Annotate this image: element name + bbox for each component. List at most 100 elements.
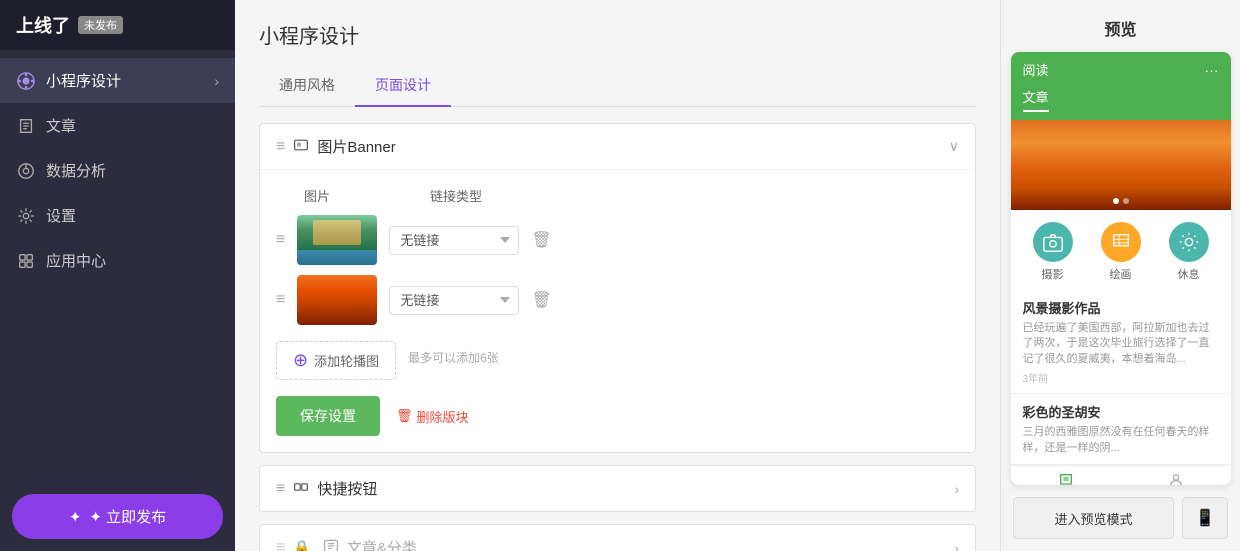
save-settings-button[interactable]: 保存设置 [276, 396, 380, 436]
banner-image-1[interactable] [297, 215, 377, 265]
banner-row2-link-select[interactable]: 无链接 [389, 286, 519, 315]
banner-section-icon [293, 137, 309, 157]
enter-preview-button[interactable]: 进入预览模式 [1013, 497, 1174, 539]
banner-section: ≡ 图片Banner ∨ 图片 链接类型 ≡ [259, 123, 976, 453]
sidebar: 上线了 未发布 小程序设计 › [0, 0, 235, 551]
article-section-icon [323, 538, 339, 551]
sidebar-item-appstore[interactable]: 应用中心 [0, 238, 235, 283]
sidebar-item-miniprogram[interactable]: 小程序设计 › [0, 58, 235, 103]
banner-section-title: 图片Banner [317, 136, 940, 157]
quick-chevron-icon: › [954, 481, 959, 497]
phone-article-1: 风景摄影作品 已经玩遍了美国西部，阿拉斯加也去过了两次，于是这次毕业旅行选择了一… [1011, 290, 1231, 394]
phone-icon-button[interactable]: 📱 [1182, 497, 1228, 539]
sidebar-item-article[interactable]: 文章 [0, 103, 235, 148]
appstore-label: 应用中心 [46, 250, 106, 271]
chevron-right-icon: › [214, 73, 219, 89]
plus-icon: ⊕ [293, 350, 308, 371]
banner-image-2[interactable] [297, 275, 377, 325]
row1-drag-icon[interactable]: ≡ [276, 231, 285, 249]
phone-banner [1011, 120, 1231, 210]
article-section-header[interactable]: ≡ 🔒 文章&分类 › [260, 525, 975, 551]
tabs-bar: 通用风格 页面设计 [259, 65, 976, 107]
appstore-icon [16, 251, 36, 271]
publish-button[interactable]: ✦ ✦ 立即发布 [12, 494, 223, 539]
phone-icons-row: 摄影 绘画 [1011, 210, 1231, 290]
main-body: ≡ 图片Banner ∨ 图片 链接类型 ≡ [235, 107, 1000, 551]
miniprogram-label: 小程序设计 [46, 70, 121, 91]
photography-circle [1033, 222, 1073, 262]
app-badge: 未发布 [78, 16, 123, 34]
phone-bottom-nav: 阅读 我的 [1011, 465, 1231, 485]
link-type-label: 链接类型 [430, 186, 482, 205]
lock-icon: 🔒 [293, 539, 310, 551]
rest-circle [1169, 222, 1209, 262]
phone-tab-article[interactable]: 文章 [1023, 87, 1049, 112]
quick-btn-section: ≡ 快捷按钮 › [259, 465, 976, 512]
sidebar-footer: ✦ ✦ 立即发布 [0, 482, 235, 551]
banner-row-2: ≡ 无链接 🗑 [276, 275, 959, 325]
phone-article-2: 彩色的圣胡安 三月的西雅图原然没有在任何春天的样样，还是一样的阴... [1011, 394, 1231, 465]
tab-page-design[interactable]: 页面设计 [355, 65, 451, 107]
quick-drag-icon[interactable]: ≡ [276, 480, 285, 498]
preview-title: 预览 [1104, 16, 1136, 40]
quick-btn-title: 快捷按钮 [317, 478, 946, 499]
article1-desc: 已经玩遍了美国西部，阿拉斯加也去过了两次，于是这次毕业旅行选择了一直记了很久的夏… [1023, 321, 1219, 367]
drag-handle-icon[interactable]: ≡ [276, 138, 285, 156]
rocket-icon: ✦ [69, 508, 82, 526]
phone-preview: 阅读 ··· 文章 [1011, 52, 1231, 485]
tab-general[interactable]: 通用风格 [259, 65, 355, 107]
banner-row2-delete-icon[interactable]: 🗑 [531, 290, 551, 310]
main-header: 小程序设计 通用风格 页面设计 [235, 0, 1000, 107]
sidebar-item-analytics[interactable]: 数据分析 [0, 148, 235, 193]
quick-btn-icon [293, 479, 309, 499]
preview-panel: 预览 阅读 ··· 文章 [1000, 0, 1240, 551]
sidebar-item-settings[interactable]: 设置 [0, 193, 235, 238]
page-title: 小程序设计 [259, 20, 976, 49]
phone-nav-mine[interactable]: 我的 [1121, 466, 1231, 485]
phone-menu-icon: ··· [1205, 62, 1219, 78]
app-name: 上线了 [16, 12, 70, 38]
add-carousel-button[interactable]: ⊕ 添加轮播图 [276, 341, 396, 380]
phone-icon-photography: 摄影 [1033, 222, 1073, 282]
max-hint: 最多可以添加6张 [408, 349, 499, 366]
phone-status-bar: 阅读 ··· [1011, 52, 1231, 87]
article-section-title: 文章&分类 [347, 537, 947, 551]
phone-icon-rest: 休息 [1169, 222, 1209, 282]
article2-title: 彩色的圣胡安 [1023, 402, 1219, 421]
preview-footer: 进入预览模式 📱 [1001, 485, 1240, 551]
painting-label: 绘画 [1110, 266, 1132, 282]
quick-btn-header[interactable]: ≡ 快捷按钮 › [260, 466, 975, 511]
phone-nav-read[interactable]: 阅读 [1011, 466, 1121, 485]
phone-tabs-bar: 文章 [1011, 87, 1231, 120]
article-chevron-icon: › [954, 540, 959, 551]
banner-chevron-icon: ∨ [949, 138, 959, 155]
article1-time: 3年前 [1023, 370, 1219, 385]
banner-row1-delete-icon[interactable]: 🗑 [531, 230, 551, 250]
banner-section-header[interactable]: ≡ 图片Banner ∨ [260, 124, 975, 169]
delete-block-button[interactable]: 🗑 删除版块 [396, 407, 469, 426]
mobile-icon: 📱 [1195, 510, 1215, 527]
article-section: ≡ 🔒 文章&分类 › [259, 524, 976, 551]
sidebar-header: 上线了 未发布 [0, 0, 235, 50]
article-label: 文章 [46, 115, 76, 136]
phone-app-name: 阅读 [1023, 60, 1049, 79]
row2-drag-icon[interactable]: ≡ [276, 291, 285, 309]
sidebar-nav: 小程序设计 › 文章 [0, 50, 235, 482]
painting-circle [1101, 222, 1141, 262]
article2-desc: 三月的西雅图原然没有在任何春天的样样，还是一样的阴... [1023, 425, 1219, 456]
article1-title: 风景摄影作品 [1023, 298, 1219, 317]
article-drag-icon[interactable]: ≡ [276, 539, 285, 551]
banner-actions: 保存设置 🗑 删除版块 [276, 396, 959, 436]
dot-2 [1123, 198, 1129, 204]
phone-icon-painting: 绘画 [1101, 222, 1141, 282]
phone-banner-dots [1113, 198, 1129, 204]
photography-label: 摄影 [1042, 266, 1064, 282]
banner-row-1: ≡ 无链接 🗑 [276, 215, 959, 265]
banner-row1-link-select[interactable]: 无链接 [389, 226, 519, 255]
banner-column-labels: 图片 链接类型 [276, 186, 959, 205]
article-icon [16, 116, 36, 136]
image-label: 图片 [304, 186, 330, 205]
analytics-icon [16, 161, 36, 181]
main-content: 小程序设计 通用风格 页面设计 ≡ 图片Banner ∨ [235, 0, 1000, 551]
trash-icon: 🗑 [396, 408, 413, 424]
